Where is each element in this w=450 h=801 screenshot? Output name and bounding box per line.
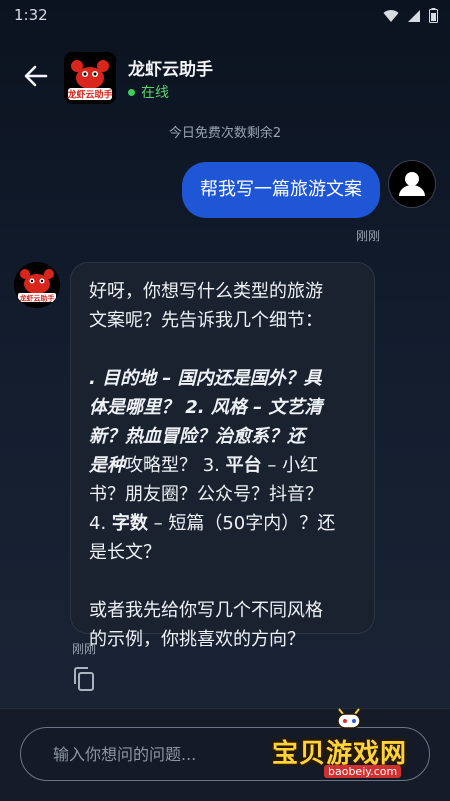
bot-line: 4. 字数 – 短篇（50字内）？还 [89,509,360,538]
logo-text: 龙虾云助手 [66,89,112,101]
input-bar [0,708,450,801]
question-input[interactable] [51,743,399,765]
copy-icon[interactable] [72,666,96,692]
status-icons [383,8,438,23]
battery-icon [429,8,438,23]
user-avatar[interactable] [388,160,436,208]
bot-line: 新？热血冒险？治愈系？还 [89,426,305,447]
online-status: 在线 [128,82,169,102]
app-logo: 龙虾云助手 [64,52,116,104]
bot-line: 或者我先给你写几个不同风格 [89,600,323,621]
bot-message-text: 好呀，你想写什么类型的旅游 文案呢？先告诉我几个细节： . 目的地 – 国内还是… [89,277,360,654]
online-status-label: 在线 [141,85,169,101]
bot-span: – 小红 [261,455,319,476]
lobster-logo-icon: 龙虾云助手 [66,60,113,101]
bot-message-bubble[interactable]: 好呀，你想写什么类型的旅游 文案呢？先告诉我几个细节： . 目的地 – 国内还是… [70,262,375,650]
bot-line: . 目的地 – 国内还是国外？具 [89,368,322,389]
person-icon [399,172,425,196]
online-dot-icon [128,88,135,96]
bot-message-time: 刚刚 [72,642,97,656]
question-input-wrapper[interactable] [20,727,430,781]
chat-header: 龙虾云助手 龙虾云助手 在线 [0,42,450,112]
bot-line: 是种攻略型？ 3. 平台 – 小红 [89,451,360,480]
lobster-avatar-icon: 龙虾云助手 [18,269,56,303]
free-quota-notice: 今日免费次数剩余2 [168,126,282,141]
bot-avatar: 龙虾云助手 [14,262,60,308]
bot-line: 书？朋友圈？公众号？抖音？ [89,484,323,505]
bot-span: 攻略型？ 3. [125,455,226,476]
signal-icon [408,9,420,22]
bot-line: 的示例，你挑喜欢的方向？ [89,629,305,650]
bot-line: 好呀，你想写什么类型的旅游 [89,281,323,302]
user-message-bubble[interactable]: 帮我写一篇旅游文案 [182,162,380,218]
app-name: 龙虾云助手 [128,60,213,80]
bot-line: 是长文？ [89,542,161,563]
back-arrow-icon[interactable] [20,60,52,92]
bot-line: 文案呢？先告诉我几个细节： [89,310,323,331]
bot-span: 字数 [111,513,148,534]
bot-span: 4. [89,513,112,534]
bot-line: 体是哪里？ 2. 风格 – 文艺清 [89,397,323,418]
bot-avatar-text: 龙虾云助手 [19,294,55,303]
user-message-time: 刚刚 [355,229,380,243]
status-bar: 1:32 [0,0,450,30]
bot-span: 平台 [225,455,262,476]
wifi-icon [383,9,399,22]
bot-span: 是种 [89,455,125,476]
bot-span: – 短篇（50字内）？还 [147,513,336,534]
status-time: 1:32 [14,6,48,24]
